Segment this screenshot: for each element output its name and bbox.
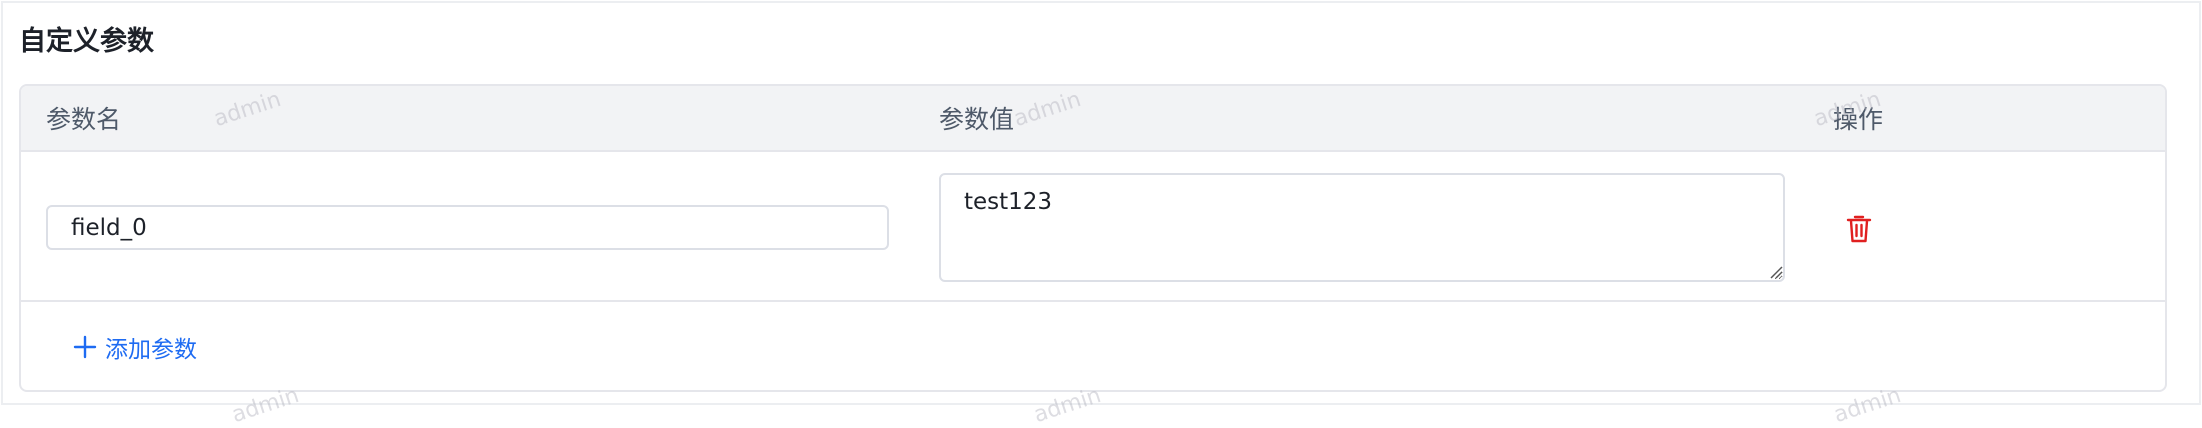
param-value-textarea[interactable]: test123 [939,173,1785,282]
section-title: 自定义参数 [19,26,154,57]
column-header-value: 参数值 [939,105,1015,134]
add-param-label: 添加参数 [105,337,197,363]
column-header-name: 参数名 [46,105,122,134]
plus-icon [73,335,97,359]
add-param-button[interactable]: 添加参数 [73,329,197,365]
delete-row-button[interactable] [1841,211,1877,247]
table-row: test123 [21,152,2165,302]
column-header-action: 操作 [1833,105,1884,134]
custom-params-panel: 自定义参数 参数名 参数值 操作 test123 [1,1,2201,428]
table-header: 参数名 参数值 操作 [21,86,2165,152]
param-name-input[interactable] [46,205,889,250]
params-table: 参数名 参数值 操作 test123 [19,84,2167,392]
trash-icon [1846,215,1872,243]
resize-grip-icon[interactable] [1769,265,1783,279]
